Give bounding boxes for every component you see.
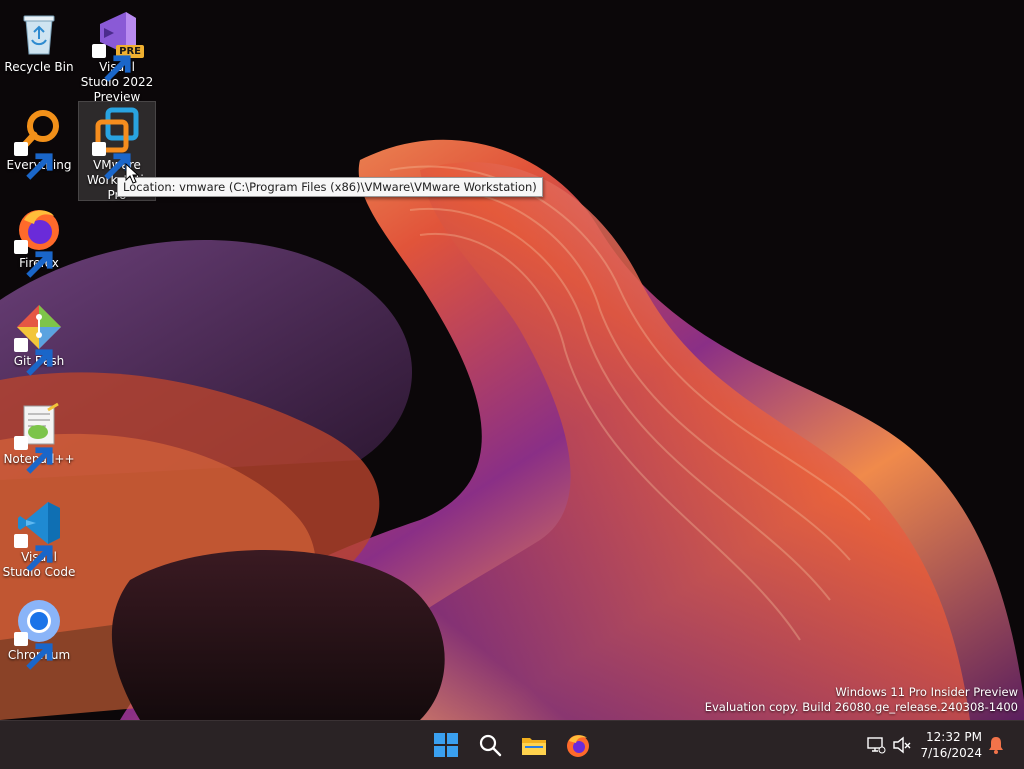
shortcut-arrow-icon [14, 534, 53, 572]
vscode-icon [14, 498, 64, 572]
mouse-cursor-icon [125, 163, 139, 184]
start-icon [434, 733, 458, 757]
desktop-icon-visual-studio-2022-preview[interactable]: PRE Visual Studio 2022 Preview [79, 4, 155, 105]
notepad-plus-plus-icon [14, 400, 64, 474]
recycle-bin-icon [14, 8, 64, 58]
file-explorer-button[interactable] [518, 729, 550, 761]
shortcut-arrow-icon [14, 338, 53, 376]
watermark-line-1: Windows 11 Pro Insider Preview [835, 685, 1018, 699]
git-bash-icon [14, 302, 64, 376]
shortcut-arrow-icon [14, 436, 53, 474]
taskbar: 12:32 PM 7/16/2024 [0, 720, 1024, 769]
visual-studio-icon: PRE [92, 8, 144, 82]
desktop-icon-chromium[interactable]: Chromium [1, 592, 77, 670]
shortcut-arrow-icon [92, 142, 131, 180]
firefox-taskbar-button[interactable] [562, 729, 594, 761]
network-icon [867, 737, 886, 754]
desktop-icon-recycle-bin[interactable]: Recycle Bin [1, 4, 77, 75]
search-button[interactable] [474, 729, 506, 761]
magnifier-icon [14, 106, 64, 180]
desktop[interactable]: Recycle Bin PRE Visual Studio 2022 Previ… [0, 0, 1024, 720]
desktop-icon-notepad-plus-plus[interactable]: Notepad++ [1, 396, 77, 474]
volume-control[interactable] [892, 735, 912, 755]
desktop-icon-visual-studio-code[interactable]: Visual Studio Code [1, 494, 77, 580]
location-tooltip: Location: vmware (C:\Program Files (x86)… [117, 177, 543, 197]
system-clock[interactable]: 12:32 PM 7/16/2024 [920, 729, 982, 761]
shortcut-arrow-icon [14, 240, 53, 278]
shortcut-arrow-icon [14, 142, 53, 180]
shortcut-arrow-icon [14, 632, 53, 670]
start-button[interactable] [430, 729, 462, 761]
watermark-line-2: Evaluation copy. Build 26080.ge_release.… [704, 700, 1018, 714]
desktop-icon-git-bash[interactable]: Git Bash [1, 298, 77, 376]
windows-evaluation-watermark: Windows 11 Pro Insider Preview Evaluatio… [705, 685, 1018, 715]
notification-bell-icon [989, 737, 1003, 754]
desktop-icon-firefox[interactable]: Firefox [1, 200, 77, 278]
desktop-icon-everything[interactable]: Everything [1, 102, 77, 180]
chromium-icon [14, 596, 64, 670]
firefox-icon [14, 204, 64, 278]
network-status[interactable] [866, 735, 886, 755]
search-icon [479, 734, 502, 757]
vmware-icon [92, 106, 142, 180]
volume-muted-icon [893, 736, 911, 754]
clock-date: 7/16/2024 [920, 746, 982, 760]
desktop-icon-label: Recycle Bin [4, 60, 74, 74]
clock-time: 12:32 PM [926, 730, 982, 744]
notification-center-button[interactable] [986, 735, 1006, 755]
firefox-icon [567, 735, 589, 757]
shortcut-arrow-icon [92, 44, 131, 82]
file-explorer-icon [522, 738, 546, 755]
